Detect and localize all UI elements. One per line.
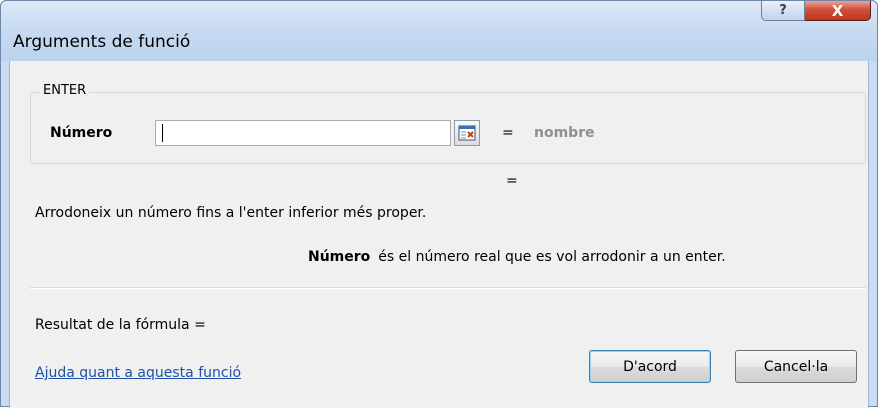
function-help-link[interactable]: Ajuda quant a aquesta funció [35, 365, 241, 381]
function-name-label: ENTER [40, 83, 90, 98]
collapse-dialog-icon [458, 125, 476, 141]
window-title: Arguments de funció [13, 32, 191, 52]
argument-description: Número és el número real que es vol arrod… [308, 249, 726, 265]
argument-type-hint: nombre [534, 125, 595, 141]
argument-label: Número [50, 125, 113, 141]
function-result-equals-sign: = [506, 173, 518, 189]
argument-description-text: és el número real que es vol arrodonir a… [378, 249, 726, 265]
title-bar-buttons: ? X [761, 1, 871, 21]
close-button[interactable]: X [805, 1, 871, 21]
formula-result: Resultat de la fórmula = [35, 317, 206, 333]
argument-input[interactable] [155, 120, 451, 146]
help-button[interactable]: ? [761, 1, 805, 21]
close-icon: X [831, 1, 844, 20]
divider [30, 287, 866, 289]
argument-description-name: Número [308, 249, 371, 265]
argument-equals-sign: = [502, 125, 514, 141]
function-description: Arrodoneix un número fins a l'enter infe… [35, 205, 427, 221]
ok-button[interactable]: D'acord [589, 350, 711, 383]
text-caret [162, 124, 163, 142]
cancel-button[interactable]: Cancel·la [735, 350, 857, 383]
title-bar[interactable]: Arguments de funció ? X [1, 1, 877, 61]
function-arguments-dialog: Arguments de funció ? X ENTER Número = n… [0, 0, 878, 408]
help-icon: ? [779, 3, 787, 18]
dialog-body: ENTER Número = nombre = Arrodoneix un nú… [9, 61, 869, 408]
collapse-dialog-button[interactable] [454, 120, 480, 146]
